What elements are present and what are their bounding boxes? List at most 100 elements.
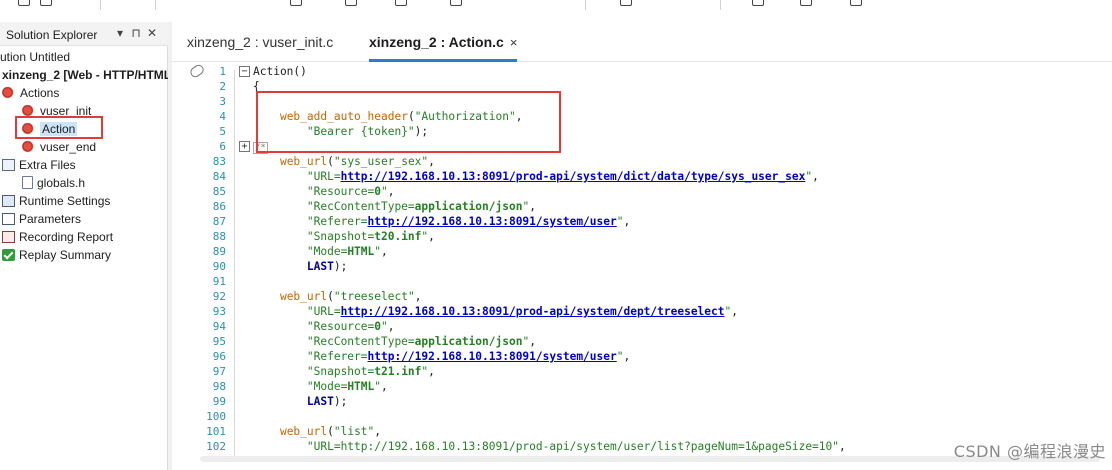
tree-item-globals[interactable]: globals.h	[22, 174, 85, 192]
toolbar-icon[interactable]	[850, 0, 862, 6]
toolbar-icon[interactable]	[620, 0, 632, 6]
code-line[interactable]: 95 "RecContentType=application/json",	[172, 334, 1112, 349]
file-icon	[22, 176, 33, 189]
tree-item-parameters[interactable]: Parameters	[2, 210, 81, 228]
report-icon	[2, 231, 15, 243]
code-line[interactable]: 99 LAST);	[172, 394, 1112, 409]
toolbar-separator	[720, 0, 721, 10]
code-text: "Referer=http://192.168.10.13:8091/syste…	[306, 350, 631, 363]
code-line[interactable]: 93 "URL=http://192.168.10.13:8091/prod-a…	[172, 304, 1112, 319]
toolbar-icon[interactable]	[40, 0, 52, 6]
code-line[interactable]: 89 "Mode=HTML",	[172, 244, 1112, 259]
tree-item-vuser-end[interactable]: vuser_end	[22, 138, 96, 156]
solution-explorer-panel: Solution Explorer ▾ ⊓ ✕ ution Untitled x…	[0, 22, 168, 470]
tree-item-replay-summary[interactable]: Replay Summary	[2, 246, 111, 264]
toolbar-separator	[585, 0, 586, 10]
tab-label: xinzeng_2 : vuser_init.c	[187, 34, 334, 50]
code-text: web_url("list",	[279, 425, 382, 438]
line-number: 95	[212, 335, 226, 348]
toolbar-icon[interactable]	[752, 0, 764, 6]
code-text: web_url("sys_user_sex",	[279, 155, 435, 168]
tree-item-label: vuser_end	[40, 140, 97, 154]
tree-item-label: Parameters	[19, 212, 82, 226]
line-number: 96	[212, 350, 226, 363]
code-line[interactable]: 84 "URL=http://192.168.10.13:8091/prod-a…	[172, 169, 1112, 184]
tree-item-label: Runtime Settings	[19, 194, 111, 208]
line-number: 98	[212, 380, 226, 393]
code-text: "Resource=0",	[306, 185, 395, 198]
toolbar-icon[interactable]	[18, 0, 30, 6]
top-toolbar	[0, 0, 1112, 10]
line-number: 6	[219, 140, 226, 153]
tree-item-label: globals.h	[37, 176, 86, 190]
line-number: 84	[212, 170, 226, 183]
editor-tabs: xinzeng_2 : vuser_init.c xinzeng_2 : Act…	[172, 22, 1112, 62]
settings-icon	[2, 195, 15, 207]
code-line[interactable]: 94 "Resource=0",	[172, 319, 1112, 334]
pin-icon[interactable]: ⊓	[129, 26, 143, 40]
highlight-box-action	[15, 116, 103, 139]
tree-item-label: Replay Summary	[19, 248, 112, 262]
code-line[interactable]: 101 web_url("list",	[172, 424, 1112, 439]
line-number: 88	[212, 230, 226, 243]
tree-item-extra-files[interactable]: Extra Files	[2, 156, 76, 174]
code-text: "RecContentType=application/json",	[306, 200, 536, 213]
tab-vuser-init[interactable]: xinzeng_2 : vuser_init.c	[187, 34, 333, 62]
tree-item-actions[interactable]: Actions	[2, 84, 59, 102]
code-text: LAST);	[306, 395, 348, 408]
tree-item-project[interactable]: xinzeng_2 [Web - HTTP/HTML]	[2, 66, 168, 84]
toolbar-icon[interactable]	[450, 0, 462, 6]
check-icon	[2, 249, 15, 261]
line-number: 90	[212, 260, 226, 273]
code-line[interactable]: 88 "Snapshot=t20.inf",	[172, 229, 1112, 244]
code-text: "Resource=0",	[306, 320, 395, 333]
code-line[interactable]: 91	[172, 274, 1112, 289]
code-line[interactable]: 96 "Referer=http://192.168.10.13:8091/sy…	[172, 349, 1112, 364]
highlight-box-auth-header	[256, 91, 561, 153]
code-text: "Mode=HTML",	[306, 380, 388, 393]
code-text: "URL=http://192.168.10.13:8091/prod-api/…	[306, 440, 846, 453]
code-line[interactable]: 92 web_url("treeselect",	[172, 289, 1112, 304]
tree-item-label: Actions	[20, 86, 60, 100]
toolbar-icon[interactable]	[290, 0, 302, 6]
line-number: 89	[212, 245, 226, 258]
tab-action[interactable]: xinzeng_2 : Action.c ×	[369, 34, 518, 62]
line-number: 1	[219, 65, 226, 78]
actions-icon	[2, 87, 16, 99]
line-number: 99	[212, 395, 226, 408]
code-line[interactable]: 97 "Snapshot=t21.inf",	[172, 364, 1112, 379]
code-line[interactable]: 83 web_url("sys_user_sex",	[172, 154, 1112, 169]
close-icon[interactable]: ✕	[145, 26, 159, 40]
code-line[interactable]: 87 "Referer=http://192.168.10.13:8091/sy…	[172, 214, 1112, 229]
code-text: "Snapshot=t20.inf",	[306, 230, 435, 243]
dropdown-icon[interactable]: ▾	[113, 26, 127, 40]
line-number: 97	[212, 365, 226, 378]
line-number: 86	[212, 200, 226, 213]
tree-item-recording-report[interactable]: Recording Report	[2, 228, 113, 246]
code-line[interactable]: 90 LAST);	[172, 259, 1112, 274]
code-line[interactable]: 86 "RecContentType=application/json",	[172, 199, 1112, 214]
code-line[interactable]: 98 "Mode=HTML",	[172, 379, 1112, 394]
code-text: web_url("treeselect",	[279, 290, 422, 303]
code-line[interactable]: 100	[172, 409, 1112, 424]
line-number: 101	[206, 425, 226, 438]
code-line[interactable]: 1 − Action()	[172, 64, 1112, 79]
tree-item-label: Extra Files	[19, 158, 76, 172]
expand-icon[interactable]: +	[239, 141, 250, 152]
toolbar-icon[interactable]	[345, 0, 357, 6]
collapse-icon[interactable]: −	[239, 66, 250, 77]
code-text: "Snapshot=t21.inf",	[306, 365, 435, 378]
code-line[interactable]: 85 "Resource=0",	[172, 184, 1112, 199]
tree-item-label: xinzeng_2 [Web - HTTP/HTML]	[2, 68, 168, 82]
toolbar-separator	[100, 0, 101, 10]
line-number: 4	[219, 110, 226, 123]
line-number: 92	[212, 290, 226, 303]
toolbar-icon[interactable]	[395, 0, 407, 6]
toolbar-icon[interactable]	[800, 0, 812, 6]
action-icon	[22, 141, 36, 153]
close-tab-icon[interactable]: ×	[510, 35, 518, 50]
code-text: Action()	[253, 65, 307, 78]
code-editor[interactable]: 1− Action() 2{3 4 web_add_auto_header("Auth…	[172, 62, 1112, 462]
tree-item-runtime-settings[interactable]: Runtime Settings	[2, 192, 110, 210]
tree-item-solution[interactable]: ution Untitled	[0, 48, 70, 66]
